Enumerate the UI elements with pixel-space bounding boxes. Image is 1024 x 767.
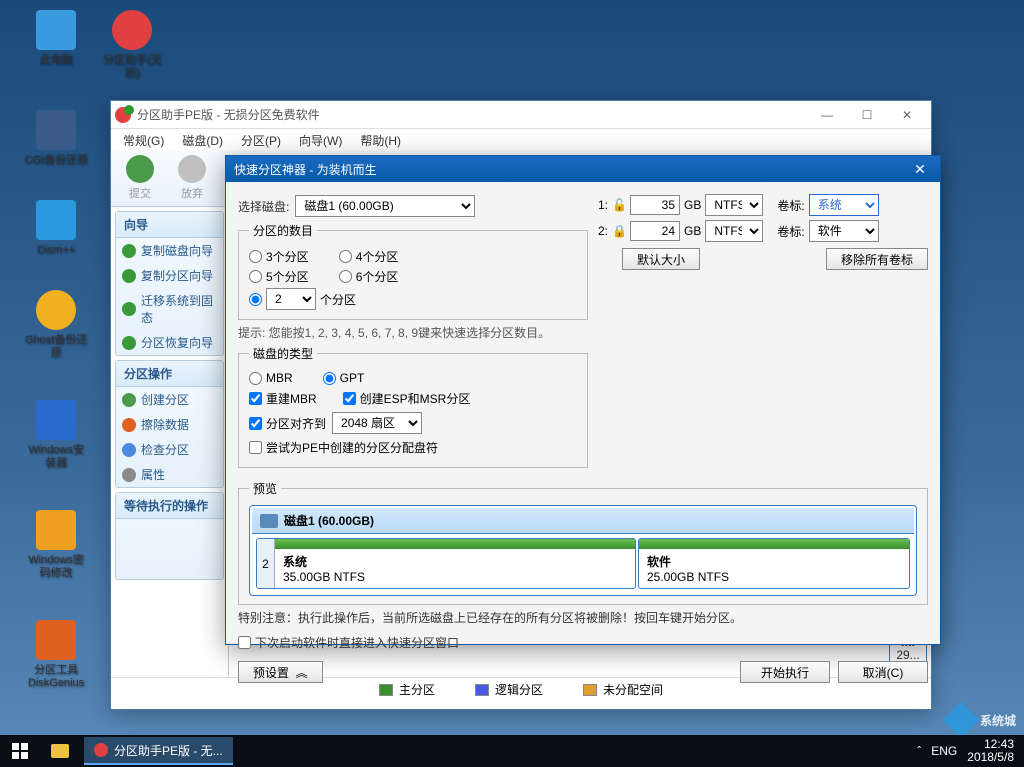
desktop-icon-ghost[interactable]: Ghost备份还 原 bbox=[18, 290, 94, 360]
app-icon bbox=[94, 743, 108, 757]
tray-lang[interactable]: ENG bbox=[931, 744, 957, 758]
desktop-icon-pc[interactable]: 此电脑 bbox=[18, 10, 94, 67]
menu-partition[interactable]: 分区(P) bbox=[233, 130, 289, 151]
partition-count-group: 分区的数目 3个分区 4个分区 5个分区 6个分区 2 个分区 bbox=[238, 222, 588, 320]
titlebar: 分区助手PE版 - 无损分区免费软件 — ☐ ✕ bbox=[111, 101, 931, 129]
check-esp-msr[interactable]: 创建ESP和MSR分区 bbox=[343, 390, 471, 407]
tray-clock[interactable]: 12:432018/5/8 bbox=[967, 738, 1014, 764]
desktop-icon-wininstall[interactable]: Windows安 装器 bbox=[18, 400, 94, 470]
sidebar-group-pending: 等待执行的操作 bbox=[116, 493, 223, 519]
radio-3parts[interactable]: 3个分区 bbox=[249, 248, 309, 265]
lock-icon[interactable]: 🔒 bbox=[612, 224, 626, 238]
radio-4parts[interactable]: 4个分区 bbox=[339, 248, 399, 265]
fs-select-2[interactable]: NTFS bbox=[705, 220, 763, 242]
sidebar-item-migrate[interactable]: 迁移系统到固态 bbox=[116, 288, 223, 330]
sidebar-item-recover[interactable]: 分区恢复向导 bbox=[116, 330, 223, 355]
sidebar: 向导 复制磁盘向导 复制分区向导 迁移系统到固态 分区恢复向导 分区操作 创建分… bbox=[111, 207, 229, 677]
size-input-1[interactable] bbox=[630, 195, 680, 215]
maximize-button[interactable]: ☐ bbox=[847, 103, 887, 127]
desktop-icon-cgi[interactable]: CGI备份还原 bbox=[18, 110, 94, 167]
custom-count-select[interactable]: 2 bbox=[266, 288, 316, 310]
fs-select-1[interactable]: NTFS bbox=[705, 194, 763, 216]
remove-labels-button[interactable]: 移除所有卷标 bbox=[826, 248, 928, 270]
menu-help[interactable]: 帮助(H) bbox=[352, 130, 409, 151]
preset-button[interactable]: 预设置 ︽ bbox=[238, 661, 323, 683]
tool-discard[interactable]: 放弃 bbox=[171, 155, 213, 202]
desktop-icon-dism[interactable]: Dism++ bbox=[18, 200, 94, 257]
window-title: 分区助手PE版 - 无损分区免费软件 bbox=[137, 106, 807, 123]
preview-partition-2[interactable]: 软件25.00GB NTFS bbox=[638, 538, 910, 589]
radio-5parts[interactable]: 5个分区 bbox=[249, 268, 309, 285]
preview-group: 预览 磁盘1 (60.00GB) 2 系统35.00GB NTFS 软件 bbox=[238, 480, 928, 605]
lock-icon[interactable]: 🔓 bbox=[612, 198, 626, 212]
warning-text: 特别注意：执行此操作后，当前所选磁盘上已经存在的所有分区将被删除！按回车键开始分… bbox=[226, 605, 940, 630]
sidebar-item-create[interactable]: 创建分区 bbox=[116, 387, 223, 412]
tool-commit[interactable]: 提交 bbox=[119, 155, 161, 202]
sidebar-item-props[interactable]: 属性 bbox=[116, 462, 223, 487]
partition-row-2: 2: 🔒 GB NTFS 卷标: 软件 bbox=[598, 220, 928, 242]
disk-type-group: 磁盘的类型 MBR GPT 重建MBR 创建ESP和MSR分区 分区对齐到 20… bbox=[238, 345, 588, 468]
sidebar-item-copypart[interactable]: 复制分区向导 bbox=[116, 263, 223, 288]
sidebar-item-copydisk[interactable]: 复制磁盘向导 bbox=[116, 238, 223, 263]
preview-partition-1[interactable]: 2 系统35.00GB NTFS bbox=[256, 538, 636, 589]
sidebar-group-wizard: 向导 bbox=[116, 212, 223, 238]
dialog-titlebar: 快速分区神器 - 为装机而生 ✕ bbox=[226, 156, 940, 182]
size-input-2[interactable] bbox=[630, 221, 680, 241]
menu-wizard[interactable]: 向导(W) bbox=[291, 130, 350, 151]
check-rebuild-mbr[interactable]: 重建MBR bbox=[249, 390, 317, 407]
start-button[interactable]: 开始执行 bbox=[740, 661, 830, 683]
radio-gpt[interactable]: GPT bbox=[323, 371, 365, 385]
sidebar-item-wipe[interactable]: 擦除数据 bbox=[116, 412, 223, 437]
menu-general[interactable]: 常规(G) bbox=[115, 130, 172, 151]
check-next-time[interactable]: 下次启动软件时直接进入快速分区窗口 bbox=[238, 634, 928, 651]
close-button[interactable]: ✕ bbox=[887, 103, 927, 127]
quick-partition-dialog: 快速分区神器 - 为装机而生 ✕ 选择磁盘: 磁盘1 (60.00GB) 分区的… bbox=[225, 155, 941, 645]
partition-row-1: 1: 🔓 GB NTFS 卷标: 系统 bbox=[598, 194, 928, 216]
dialog-close-button[interactable]: ✕ bbox=[908, 161, 932, 178]
taskbar: 分区助手PE版 - 无... ˆ ENG 12:432018/5/8 bbox=[0, 735, 1024, 767]
start-button-taskbar[interactable] bbox=[0, 735, 40, 767]
hint-text: 提示: 您能按1, 2, 3, 4, 5, 6, 7, 8, 9键来快速选择分区… bbox=[238, 324, 588, 341]
check-align[interactable]: 分区对齐到 bbox=[249, 415, 326, 432]
disk-label: 选择磁盘: bbox=[238, 198, 289, 215]
radio-mbr[interactable]: MBR bbox=[249, 371, 293, 385]
disk-select[interactable]: 磁盘1 (60.00GB) bbox=[295, 195, 475, 217]
disk-icon bbox=[260, 514, 278, 528]
desktop-icon-partition[interactable]: 分区助手(无 损) bbox=[94, 10, 170, 80]
default-size-button[interactable]: 默认大小 bbox=[622, 248, 700, 270]
menu-disk[interactable]: 磁盘(D) bbox=[174, 130, 231, 151]
cancel-button[interactable]: 取消(C) bbox=[838, 661, 928, 683]
menubar: 常规(G) 磁盘(D) 分区(P) 向导(W) 帮助(H) bbox=[111, 129, 931, 151]
align-select[interactable]: 2048 扇区 bbox=[332, 412, 422, 434]
sidebar-item-check[interactable]: 检查分区 bbox=[116, 437, 223, 462]
desktop-icon-diskgenius[interactable]: 分区工具 DiskGenius bbox=[18, 620, 94, 690]
desktop-icon-winpass[interactable]: Windows密 码修改 bbox=[18, 510, 94, 580]
taskbar-explorer[interactable] bbox=[40, 735, 80, 767]
radio-6parts[interactable]: 6个分区 bbox=[339, 268, 399, 285]
minimize-button[interactable]: — bbox=[807, 103, 847, 127]
check-pe-letter[interactable]: 尝试为PE中创建的分区分配盘符 bbox=[249, 439, 438, 456]
preview-disk-header: 磁盘1 (60.00GB) bbox=[252, 508, 914, 534]
radio-custom[interactable]: 2 个分区 bbox=[249, 288, 356, 310]
vol-select-2[interactable]: 软件 bbox=[809, 220, 879, 242]
taskbar-app[interactable]: 分区助手PE版 - 无... bbox=[84, 737, 233, 765]
watermark: 系统城 bbox=[948, 707, 1016, 733]
app-icon bbox=[115, 107, 131, 123]
vol-select-1[interactable]: 系统 bbox=[809, 194, 879, 216]
sidebar-group-ops: 分区操作 bbox=[116, 361, 223, 387]
tray-up-icon[interactable]: ˆ bbox=[917, 744, 921, 758]
